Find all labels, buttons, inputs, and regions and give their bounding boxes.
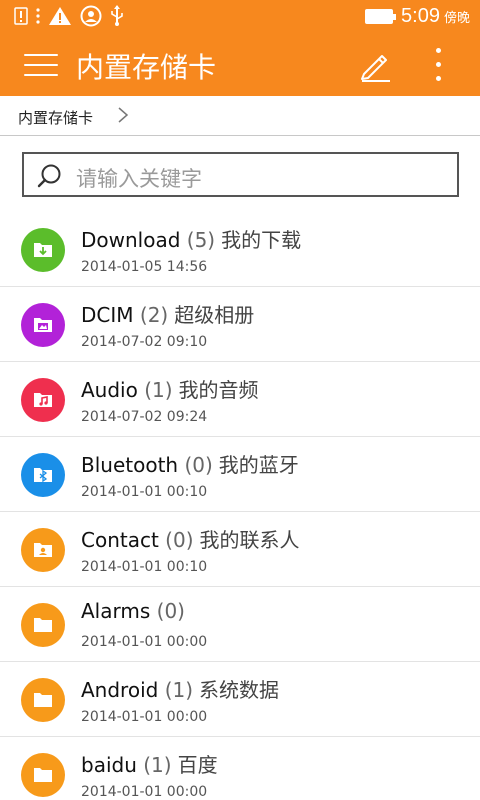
folder-description: 系统数据 [199, 678, 280, 702]
folder-item-alarms[interactable]: Alarms (0) 2014-01-01 00:00 [0, 587, 480, 662]
folder-title: Audio (1) 我的音频 [81, 374, 259, 403]
more-notifications-icon [36, 8, 40, 24]
notification-icon [14, 7, 28, 25]
folder-name: Contact [81, 528, 159, 552]
more-options-button[interactable] [424, 44, 452, 84]
status-bar-left [14, 5, 124, 27]
folder-description: 百度 [177, 753, 218, 777]
folder-count: (0) [156, 599, 185, 623]
edit-button[interactable] [358, 48, 392, 82]
search-icon [37, 164, 61, 188]
folder-name: Alarms [81, 599, 151, 623]
search-placeholder: 请输入关键字 [76, 167, 202, 191]
pencil-icon [361, 55, 390, 82]
app-header: 5:09 傍晚 内置存储卡 [0, 0, 480, 96]
status-time: 5:09 [401, 4, 440, 27]
toolbar: 内置存储卡 [0, 34, 480, 96]
music-folder-icon [21, 378, 65, 422]
battery-icon [365, 8, 397, 24]
page-title: 内置存储卡 [76, 51, 217, 84]
more-options-icon [436, 48, 441, 53]
remote-icon [80, 5, 102, 27]
folder-icon [21, 753, 65, 797]
folder-title: Download (5) 我的下载 [81, 224, 301, 253]
folder-description: 我的蓝牙 [218, 453, 299, 477]
warning-icon [49, 7, 71, 25]
chevron-right-icon [118, 107, 129, 123]
folder-date: 2014-07-02 09:24 [81, 409, 208, 425]
folder-count: (2) [139, 303, 169, 327]
folder-date: 2014-01-01 00:00 [81, 709, 208, 725]
breadcrumb-item-internal-storage[interactable]: 内置存储卡 [18, 107, 93, 128]
folder-count: (5) [186, 228, 216, 252]
folder-date: 2014-07-02 09:10 [81, 334, 208, 350]
folder-name: DCIM [81, 303, 134, 327]
bluetooth-folder-icon [21, 453, 65, 497]
breadcrumb: 内置存储卡 [0, 96, 480, 136]
status-period: 傍晚 [443, 10, 470, 26]
status-bar-right: 5:09 傍晚 [365, 4, 470, 28]
menu-button[interactable] [22, 50, 60, 80]
usb-icon [111, 5, 123, 26]
download-folder-icon [21, 228, 65, 272]
folder-item-baidu[interactable]: baidu (1) 百度 2014-01-01 00:00 [0, 737, 480, 800]
folder-item-bluetooth[interactable]: Bluetooth (0) 我的蓝牙 2014-01-01 00:10 [0, 437, 480, 512]
status-bar: 5:09 傍晚 [0, 0, 480, 33]
folder-date: 2014-01-05 14:56 [81, 259, 208, 275]
folder-description: 超级相册 [174, 303, 255, 327]
folder-date: 2014-01-01 00:10 [81, 559, 208, 575]
search-input[interactable]: 请输入关键字 [22, 152, 459, 197]
folder-item-audio[interactable]: Audio (1) 我的音频 2014-07-02 09:24 [0, 362, 480, 437]
menu-icon [24, 54, 58, 56]
folder-count: (0) [184, 453, 213, 477]
folder-name: Android [81, 678, 159, 702]
folder-item-contact[interactable]: Contact (0) 我的联系人 2014-01-01 00:10 [0, 512, 480, 587]
folder-title: DCIM (2) 超级相册 [81, 299, 254, 328]
folder-date: 2014-01-01 00:00 [81, 784, 208, 800]
folder-item-android[interactable]: Android (1) 系统数据 2014-01-01 00:00 [0, 662, 480, 737]
folder-icon [21, 603, 65, 647]
folder-count: (1) [143, 753, 172, 777]
folder-count: (1) [144, 378, 173, 402]
folder-item-dcim[interactable]: DCIM (2) 超级相册 2014-07-02 09:10 [0, 287, 480, 362]
folder-title: Bluetooth (0) 我的蓝牙 [81, 449, 299, 478]
contact-folder-icon [21, 528, 65, 572]
folder-date: 2014-01-01 00:00 [81, 634, 208, 650]
folder-title: baidu (1) 百度 [81, 749, 218, 778]
folder-count: (1) [164, 678, 194, 702]
folder-description: 我的音频 [178, 378, 259, 402]
photo-folder-icon [21, 303, 65, 347]
folder-name: Bluetooth [81, 453, 179, 477]
folder-name: baidu [81, 753, 137, 777]
folder-description: 我的下载 [221, 228, 302, 252]
folder-title: Android (1) 系统数据 [81, 674, 279, 703]
folder-name: Download [81, 228, 181, 252]
folder-item-download[interactable]: Download (5) 我的下载 2014-01-05 14:56 [0, 212, 480, 287]
folder-icon [21, 678, 65, 722]
folder-count: (0) [165, 528, 194, 552]
folder-title: Contact (0) 我的联系人 [81, 524, 300, 553]
folder-title: Alarms (0) [81, 599, 191, 623]
folder-description: 我的联系人 [199, 528, 300, 552]
folder-date: 2014-01-01 00:10 [81, 484, 208, 500]
folder-list: Download (5) 我的下载 2014-01-05 14:56 DCIM (2)… [0, 212, 480, 800]
folder-name: Audio [81, 378, 138, 402]
